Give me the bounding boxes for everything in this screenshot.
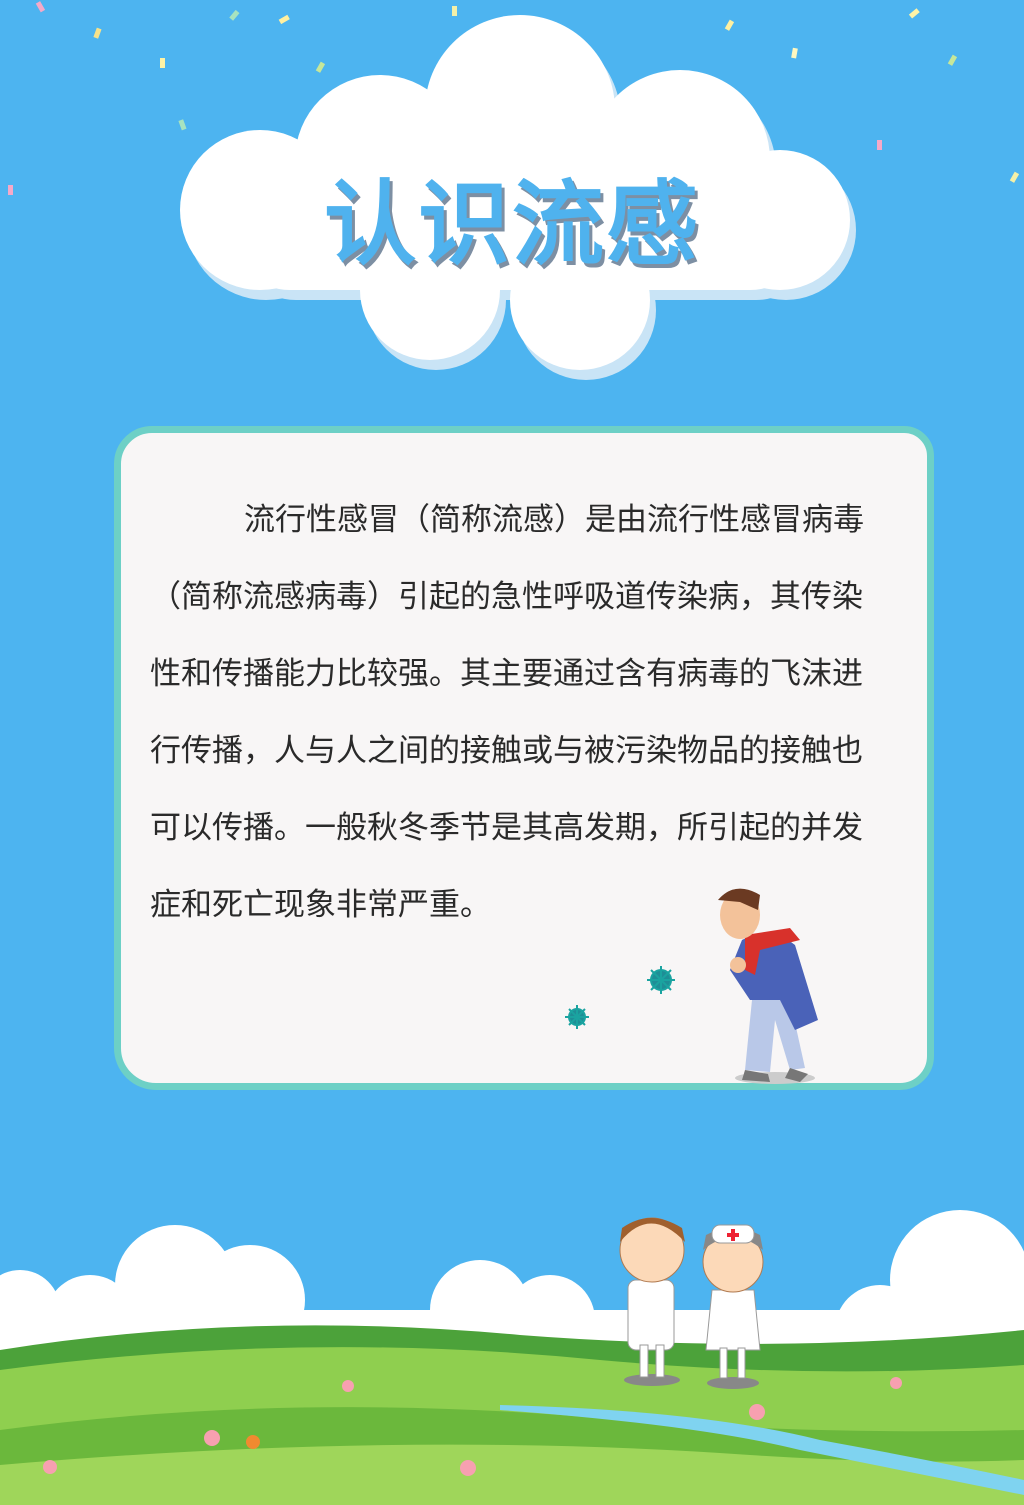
sneezing-man-illustration: [565, 888, 818, 1084]
virus-icon: [565, 1005, 589, 1029]
sneezing-man-icon: [718, 888, 818, 1084]
landscape-illustration: [0, 1210, 1024, 1505]
virus-icon: [647, 966, 675, 994]
